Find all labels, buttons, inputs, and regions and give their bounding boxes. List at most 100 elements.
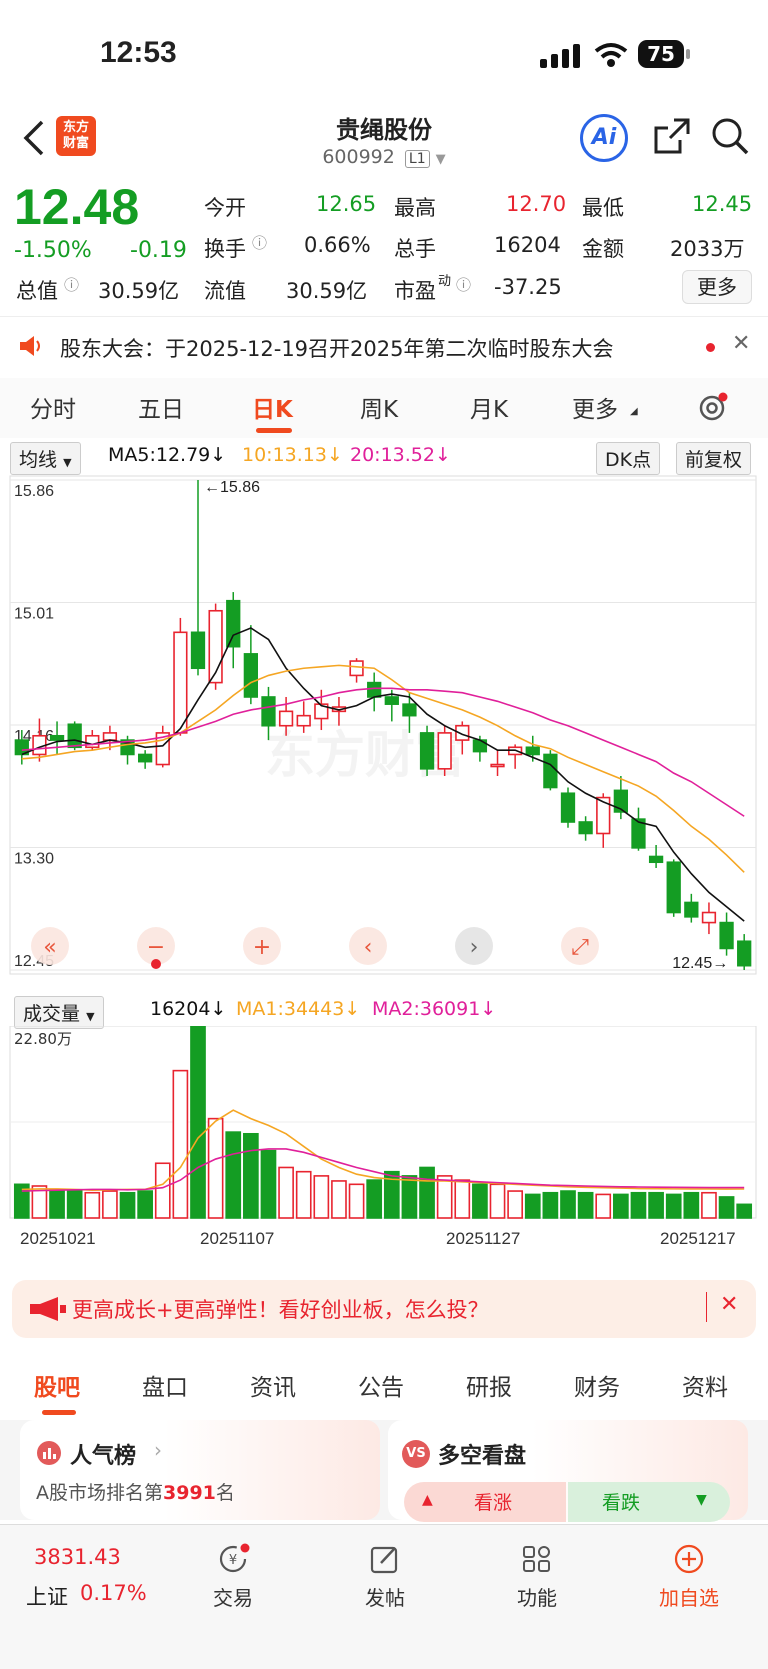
- promo-banner[interactable]: 更高成长+更高弹性！看好创业板，怎么投？ ✕: [12, 1280, 756, 1338]
- volume-bar: [648, 1191, 664, 1219]
- trade-button[interactable]: ¥ 交易: [178, 1543, 288, 1611]
- close-icon[interactable]: ✕: [732, 331, 750, 356]
- tab-wuri[interactable]: 五日: [138, 390, 184, 424]
- more-button[interactable]: 更多: [682, 270, 752, 304]
- tab-zhouk[interactable]: 周K: [360, 390, 398, 424]
- notice-text: 股东大会：于2025-12-19召开2025年第二次临时股东大会: [60, 337, 614, 361]
- rank-suffix: 名: [215, 1482, 235, 1504]
- up-arrow-icon: ▲: [422, 1492, 433, 1508]
- volume-bar: [66, 1189, 83, 1219]
- fast-back-icon[interactable]: «: [31, 927, 69, 965]
- info-icon[interactable]: ⓘ: [456, 274, 471, 295]
- index-value[interactable]: 3831.43: [34, 1545, 121, 1569]
- expand-icon[interactable]: ⤢: [561, 927, 599, 965]
- ma20-value: 20:13.52↓: [350, 444, 451, 466]
- index-change: 0.17%: [80, 1581, 147, 1605]
- trade-label: 交易: [213, 1586, 253, 1610]
- volume-bar: [190, 1026, 206, 1219]
- add-watchlist-button[interactable]: 加自选: [634, 1543, 744, 1611]
- post-button[interactable]: 发帖: [330, 1543, 440, 1611]
- quote-panel: 12.48 -1.50% -0.19 今开 12.65 最高 12.70 最低 …: [0, 178, 768, 312]
- index-name: 上证: [26, 1585, 68, 1609]
- zoom-in-icon[interactable]: +: [243, 927, 281, 965]
- candle-body: [67, 723, 82, 749]
- volume-ma2-line: [21, 1148, 745, 1192]
- bull-bear-card[interactable]: VS 多空看盘 ▲ 看涨 看跌 ▼: [388, 1420, 748, 1522]
- bear-button[interactable]: 看跌 ▼: [568, 1482, 730, 1522]
- volume-bar: [225, 1131, 242, 1219]
- turnover-value: 0.66%: [304, 233, 371, 257]
- vol-value: 16204↓: [150, 998, 227, 1020]
- bull-button[interactable]: ▲ 看涨: [404, 1482, 566, 1522]
- volume-chart[interactable]: 22.80万 20251021 20251107 20251127 20251217: [0, 1026, 768, 1266]
- bull-label: 看涨: [474, 1492, 513, 1514]
- vol-select-label: 成交量: [23, 1003, 81, 1025]
- volume-label: 总手: [394, 237, 436, 261]
- divider: [706, 1292, 707, 1322]
- volume-bar: [436, 1175, 453, 1219]
- low-value: 12.45: [692, 192, 753, 216]
- share-icon[interactable]: [652, 116, 692, 156]
- candle-body: [349, 660, 364, 677]
- signal-icon: [540, 44, 580, 68]
- tab-more[interactable]: 更多: [572, 390, 618, 424]
- rank-number: 3991: [163, 1482, 216, 1504]
- x-tick-label: 20251021: [20, 1229, 96, 1248]
- amount-value: 2033万: [670, 237, 745, 261]
- candlestick-chart[interactable]: 15.8615.0114.1613.3012.45东方财富←15.8612.45…: [0, 472, 768, 992]
- tab-zixun[interactable]: 资讯: [250, 1368, 296, 1402]
- tab-pankou[interactable]: 盘口: [142, 1368, 188, 1402]
- candle-body: [719, 921, 734, 950]
- close-icon[interactable]: ✕: [720, 1292, 738, 1317]
- candle-body: [578, 821, 593, 835]
- volume-bar: [102, 1190, 118, 1219]
- tab-caiwu[interactable]: 财务: [574, 1368, 620, 1402]
- popularity-card[interactable]: 人气榜 › A股市场排名第3991名: [20, 1420, 380, 1520]
- chevron-right-icon: ›: [154, 1438, 162, 1462]
- info-tabs: 股吧 盘口 资讯 公告 研报 财务 资料: [0, 1360, 768, 1420]
- tab-gonggao[interactable]: 公告: [358, 1368, 404, 1402]
- adjust-button[interactable]: 前复权: [676, 442, 752, 475]
- info-icon[interactable]: ⓘ: [64, 274, 79, 295]
- vma2-text: MA2:36091: [372, 998, 481, 1020]
- tab-ziliao[interactable]: 资料: [682, 1368, 728, 1402]
- volume-bar: [295, 1170, 312, 1219]
- indicator-dot: [151, 959, 161, 969]
- volume-bar: [366, 1179, 383, 1219]
- settings-icon[interactable]: [696, 392, 728, 424]
- volume-bar: [260, 1149, 277, 1219]
- mktcap-value: 30.59亿: [98, 279, 180, 303]
- volume-bar: [683, 1191, 700, 1219]
- info-icon[interactable]: ⓘ: [252, 232, 267, 253]
- pe-sup: 动: [438, 274, 452, 289]
- volume-select[interactable]: 成交量 ▼: [14, 996, 104, 1029]
- tab-fenshi[interactable]: 分时: [30, 390, 76, 424]
- volume-bar: [119, 1191, 136, 1219]
- dk-label: DK点: [605, 449, 652, 471]
- high-label: 最高: [394, 196, 436, 220]
- search-icon[interactable]: [710, 116, 750, 156]
- ai-button[interactable]: Ai: [580, 114, 628, 162]
- dk-button[interactable]: DK点: [596, 442, 661, 475]
- chevron-down-icon: ▼: [435, 152, 446, 167]
- tab-yuek[interactable]: 月K: [470, 390, 508, 424]
- tab-yanbao[interactable]: 研报: [466, 1368, 512, 1402]
- prev-icon[interactable]: ‹: [349, 927, 387, 965]
- control-glyph: «: [43, 935, 56, 960]
- tab-rik[interactable]: 日K: [252, 390, 293, 424]
- notice-bar[interactable]: 股东大会：于2025-12-19召开2025年第二次临时股东大会 ✕: [0, 316, 768, 376]
- candle-body: [419, 732, 435, 770]
- volume-bar: [243, 1132, 259, 1219]
- svg-text:¥: ¥: [229, 1553, 237, 1568]
- next-icon[interactable]: ›: [455, 927, 493, 965]
- float-label: 流值: [204, 279, 246, 303]
- candle-body: [49, 734, 65, 741]
- ma-select[interactable]: 均线 ▼: [10, 442, 81, 475]
- control-glyph: +: [253, 935, 271, 960]
- volume-bar: [577, 1191, 594, 1219]
- function-button[interactable]: 功能: [482, 1543, 592, 1611]
- wifi-icon: [594, 43, 628, 67]
- tab-guba[interactable]: 股吧: [34, 1368, 80, 1402]
- bottom-toolbar: 3831.43 上证 0.17% ¥ 交易 发帖 功能 加自选: [0, 1524, 768, 1669]
- mktcap-label: 总值: [16, 279, 58, 303]
